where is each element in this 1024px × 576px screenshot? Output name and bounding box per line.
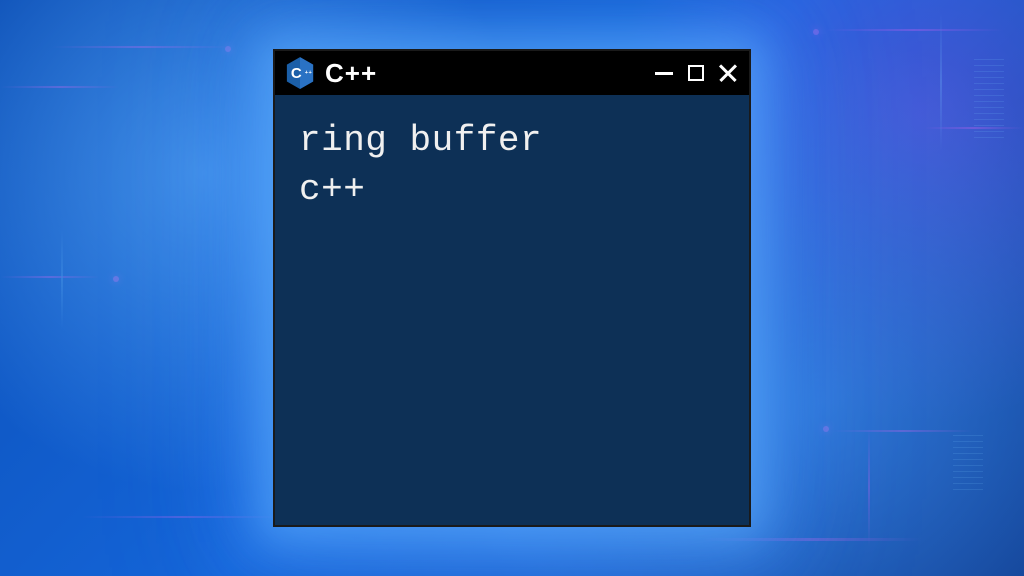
window-title: C++ (325, 58, 643, 89)
maximize-button[interactable] (685, 62, 707, 84)
terminal-window: C + + C++ ring buffer c++ (273, 49, 751, 527)
window-controls (653, 62, 739, 84)
close-button[interactable] (717, 62, 739, 84)
terminal-body[interactable]: ring buffer c++ (275, 95, 749, 236)
terminal-line-1: ring buffer (299, 117, 725, 166)
titlebar[interactable]: C + + C++ (275, 51, 749, 95)
terminal-line-2: c++ (299, 166, 725, 215)
close-icon (718, 63, 738, 83)
maximize-icon (688, 65, 704, 81)
minimize-button[interactable] (653, 62, 675, 84)
minimize-icon (655, 72, 673, 75)
svg-text:C: C (291, 65, 302, 82)
cpp-logo-icon: C + + (285, 56, 315, 90)
